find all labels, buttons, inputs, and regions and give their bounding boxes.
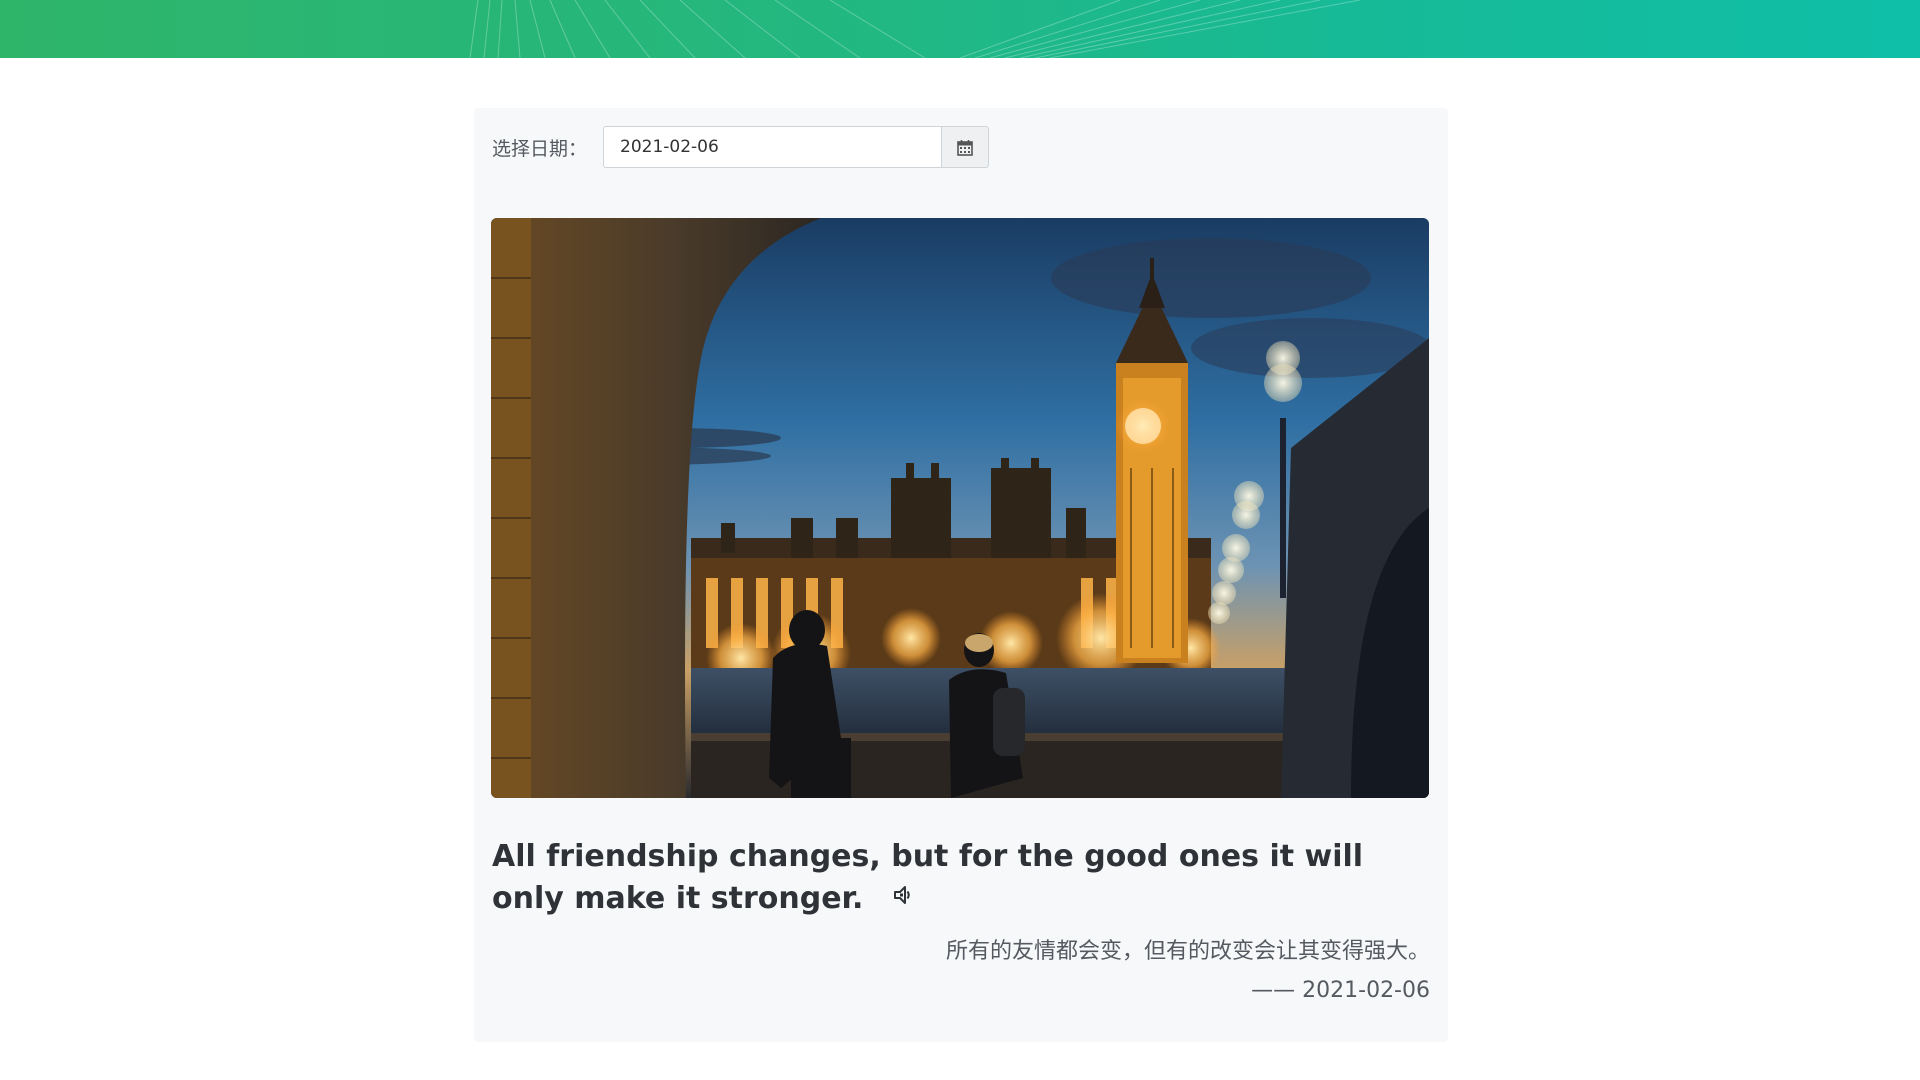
big-ben-night-photo bbox=[491, 218, 1429, 798]
calendar-button[interactable] bbox=[941, 126, 990, 168]
quote-chinese: 所有的友情都会变，但有的改变会让其变得强大。 bbox=[945, 939, 1430, 964]
date-label: 选择日期： bbox=[492, 137, 588, 160]
calendar-icon bbox=[957, 139, 973, 156]
daily-photo bbox=[491, 218, 1429, 798]
speaker-icon[interactable] bbox=[892, 876, 914, 918]
quote-english-text: All friendship changes, but for the good… bbox=[492, 839, 1364, 916]
date-picker bbox=[603, 126, 990, 168]
quote-dash: —— bbox=[1251, 978, 1296, 1003]
date-picker-row: 选择日期： bbox=[492, 126, 990, 168]
date-input[interactable] bbox=[603, 126, 942, 168]
daily-quote-card: 选择日期： 2021-02-06 All friendship changes,… bbox=[474, 108, 1448, 1042]
banner-decoration bbox=[469, 0, 1361, 58]
quote-date-value: 2021-02-06 bbox=[1302, 978, 1430, 1003]
quote-english: All friendship changes, but for the good… bbox=[492, 836, 1432, 920]
top-banner bbox=[0, 0, 1920, 58]
quote-date: —— 2021-02-06 bbox=[1251, 978, 1430, 1003]
